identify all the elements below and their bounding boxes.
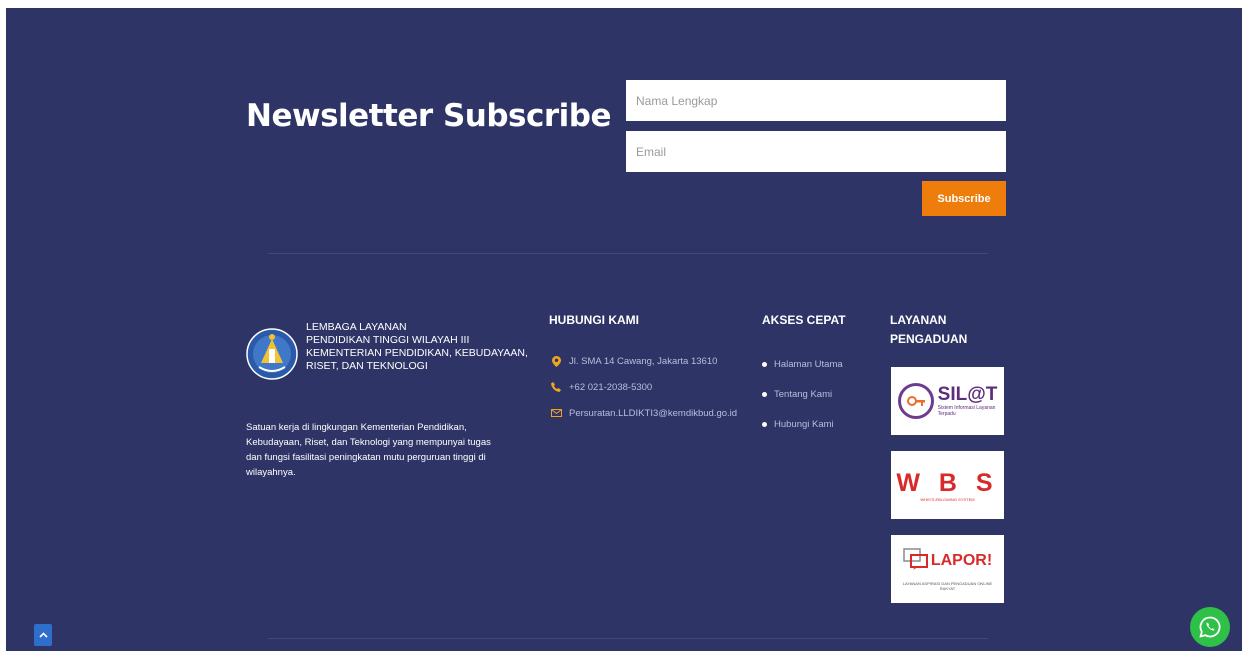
divider <box>268 253 988 254</box>
chevron-up-icon <box>38 632 48 638</box>
contact-item-address: Jl. SMA 14 Cawang, Jakarta 13610 <box>549 348 737 374</box>
contact-heading: HUBUNGI KAMI <box>549 313 639 327</box>
heading-line: PENGADUAN <box>890 332 968 346</box>
org-name-line: RISET, DAN TEKNOLOGI <box>306 360 428 372</box>
org-name-line: KEMENTERIAN PENDIDIKAN, KEBUDAYAAN, <box>306 347 528 359</box>
heading-line: LAYANAN <box>890 313 947 327</box>
whatsapp-icon <box>1199 616 1221 638</box>
footer-section: Newsletter Subscribe Subscribe LEMBAGA L… <box>6 8 1242 651</box>
silat-link[interactable]: SIL@T Sistem Informasi Layanan Terpadu <box>891 367 1004 435</box>
quick-link-contact[interactable]: Hubungi Kami <box>762 409 843 439</box>
quick-link-label: Tentang Kami <box>774 388 833 400</box>
lapor-brand: LAPOR! <box>930 552 993 569</box>
location-icon <box>549 355 563 367</box>
bullet-icon <box>762 361 767 367</box>
wbs-brand: W B S <box>896 468 999 497</box>
contact-list: Jl. SMA 14 Cawang, Jakarta 13610 +62 021… <box>549 348 737 426</box>
contact-item-phone[interactable]: +62 021-2038-5300 <box>549 374 737 400</box>
quick-access-list: Halaman Utama Tentang Kami Hubungi Kami <box>762 349 843 439</box>
silat-emblem-icon <box>897 383 934 419</box>
quick-link-label: Halaman Utama <box>774 358 843 370</box>
quick-access-heading: AKSES CEPAT <box>762 313 846 327</box>
bullet-icon <box>762 391 767 397</box>
newsletter-title: Newsletter Subscribe <box>246 98 612 134</box>
lapor-logo: LAPOR! LAYANAN ASPIRASI DAN PENGADUAN ON… <box>898 547 998 591</box>
back-to-top-button[interactable] <box>34 624 52 646</box>
email-icon <box>549 409 563 417</box>
lapor-emblem-icon <box>903 547 929 575</box>
email-input[interactable] <box>626 131 1006 172</box>
wbs-link[interactable]: W B S WHISTLEBLOWING SYSTEM <box>891 451 1004 519</box>
organization-name: LEMBAGA LAYANAN PENDIDIKAN TINGGI WILAYA… <box>306 321 536 373</box>
silat-subtitle: Sistem Informasi Layanan Terpadu <box>937 405 996 417</box>
contact-item-email[interactable]: Persuratan.LLDIKTI3@kemdikbud.go.id <box>549 400 737 426</box>
wbs-logo: W B S WHISTLEBLOWING SYSTEM <box>896 469 998 502</box>
complaint-services-heading: LAYANAN PENGADUAN <box>890 311 980 349</box>
subscribe-button[interactable]: Subscribe <box>922 181 1006 216</box>
divider <box>268 638 988 639</box>
quick-link-home[interactable]: Halaman Utama <box>762 349 843 379</box>
tut-wuri-handayani-logo <box>246 328 298 380</box>
phone-icon <box>549 382 563 392</box>
organization-description: Satuan kerja di lingkungan Kementerian P… <box>246 422 491 478</box>
contact-text: Jl. SMA 14 Cawang, Jakarta 13610 <box>569 355 718 367</box>
lapor-subtitle: LAYANAN ASPIRASI DAN PENGADUAN ONLINE RA… <box>902 580 993 591</box>
bullet-icon <box>762 421 767 427</box>
silat-logo: SIL@T Sistem Informasi Layanan Terpadu <box>897 383 998 419</box>
contact-text: +62 021-2038-5300 <box>569 381 653 393</box>
name-input[interactable] <box>626 80 1006 121</box>
lapor-link[interactable]: LAPOR! LAYANAN ASPIRASI DAN PENGADUAN ON… <box>891 535 1004 603</box>
silat-brand: SIL@T <box>937 384 998 405</box>
org-name-line: LEMBAGA LAYANAN <box>306 321 407 333</box>
wbs-subtitle: WHISTLEBLOWING SYSTEM <box>920 496 975 502</box>
quick-link-label: Hubungi Kami <box>774 418 834 430</box>
org-name-line: PENDIDIKAN TINGGI WILAYAH III <box>306 334 470 346</box>
contact-text: Persuratan.LLDIKTI3@kemdikbud.go.id <box>569 407 738 419</box>
whatsapp-button[interactable] <box>1190 607 1230 647</box>
quick-link-about[interactable]: Tentang Kami <box>762 379 843 409</box>
